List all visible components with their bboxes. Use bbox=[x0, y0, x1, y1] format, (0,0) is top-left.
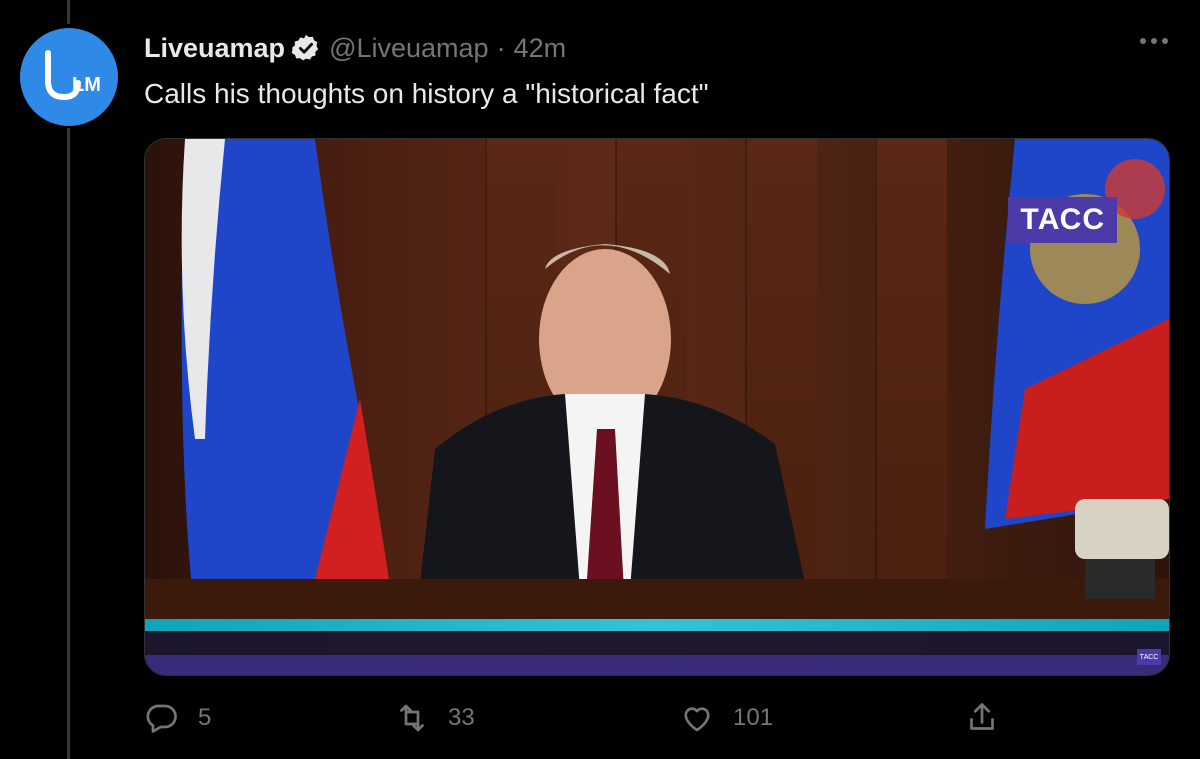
broadcast-bar-purple bbox=[145, 655, 1169, 675]
liveuamap-logo-icon: LM bbox=[45, 50, 101, 101]
tweet-header: Liveuamap @Liveuamap · 42m bbox=[144, 30, 566, 66]
avatar[interactable]: LM bbox=[20, 28, 118, 126]
tass-watermark: ТАСС bbox=[1008, 197, 1117, 243]
share-icon bbox=[970, 703, 994, 730]
share-button[interactable] bbox=[964, 700, 1000, 736]
broadcast-bar-dark bbox=[145, 631, 1169, 655]
tweet-actions: 5 33 101 bbox=[144, 700, 1014, 744]
separator-dot: · bbox=[496, 32, 506, 63]
like-button[interactable]: 101 bbox=[679, 700, 773, 736]
reply-icon bbox=[146, 704, 177, 733]
thread-line bbox=[67, 128, 70, 759]
tweet-text: Calls his thoughts on history a "histori… bbox=[144, 78, 709, 109]
tass-watermark-small: ТАСС bbox=[1137, 649, 1161, 665]
telephone bbox=[1075, 499, 1169, 599]
desk bbox=[145, 579, 1169, 619]
russian-flag-left bbox=[181, 139, 395, 619]
retweet-count: 33 bbox=[448, 704, 475, 731]
timestamp[interactable]: 42m bbox=[514, 33, 567, 64]
speaker-figure bbox=[415, 244, 815, 629]
like-count: 101 bbox=[733, 704, 774, 731]
tweet-video[interactable]: ТАСС ТАСС bbox=[144, 138, 1170, 676]
retweet-icon bbox=[400, 704, 424, 732]
more-icon[interactable] bbox=[1140, 38, 1168, 44]
author-name[interactable]: Liveuamap bbox=[144, 33, 285, 64]
like-icon bbox=[684, 707, 710, 732]
thread-line-top bbox=[67, 0, 70, 24]
verified-icon bbox=[291, 33, 321, 63]
broadcast-bar-cyan bbox=[145, 619, 1169, 631]
retweet-button[interactable]: 33 bbox=[394, 700, 475, 736]
reply-button[interactable]: 5 bbox=[144, 700, 211, 736]
reply-count: 5 bbox=[198, 704, 212, 731]
avatar-letters: LM bbox=[72, 74, 101, 96]
author-handle[interactable]: @Liveuamap bbox=[329, 33, 489, 64]
